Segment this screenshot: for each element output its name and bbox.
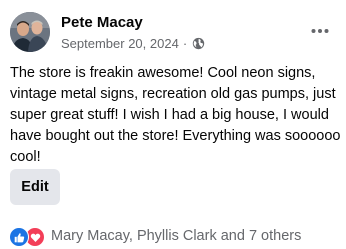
globe-icon[interactable]: [192, 37, 205, 50]
reactions-bar[interactable]: Mary Macay, Phyllis Clark and 7 others: [9, 226, 301, 247]
more-options-icon[interactable]: [308, 19, 332, 43]
post-meta: September 20, 2024 ·: [61, 36, 205, 51]
avatar-photo: [10, 12, 50, 52]
post-header: Pete Macay September 20, 2024 ·: [10, 10, 336, 56]
author-name[interactable]: Pete Macay: [61, 14, 143, 31]
reaction-icons: [9, 226, 47, 247]
meta-separator: ·: [182, 36, 188, 51]
reaction-summary[interactable]: Mary Macay, Phyllis Clark and 7 others: [51, 228, 301, 244]
post-text: The store is freakin awesome! Cool neon …: [10, 65, 341, 165]
edit-button[interactable]: Edit: [10, 169, 60, 205]
like-icon: [9, 227, 29, 247]
post-date[interactable]: September 20, 2024: [61, 36, 179, 51]
avatar[interactable]: [10, 12, 50, 52]
post-card: Pete Macay September 20, 2024 · The stor…: [0, 0, 346, 249]
